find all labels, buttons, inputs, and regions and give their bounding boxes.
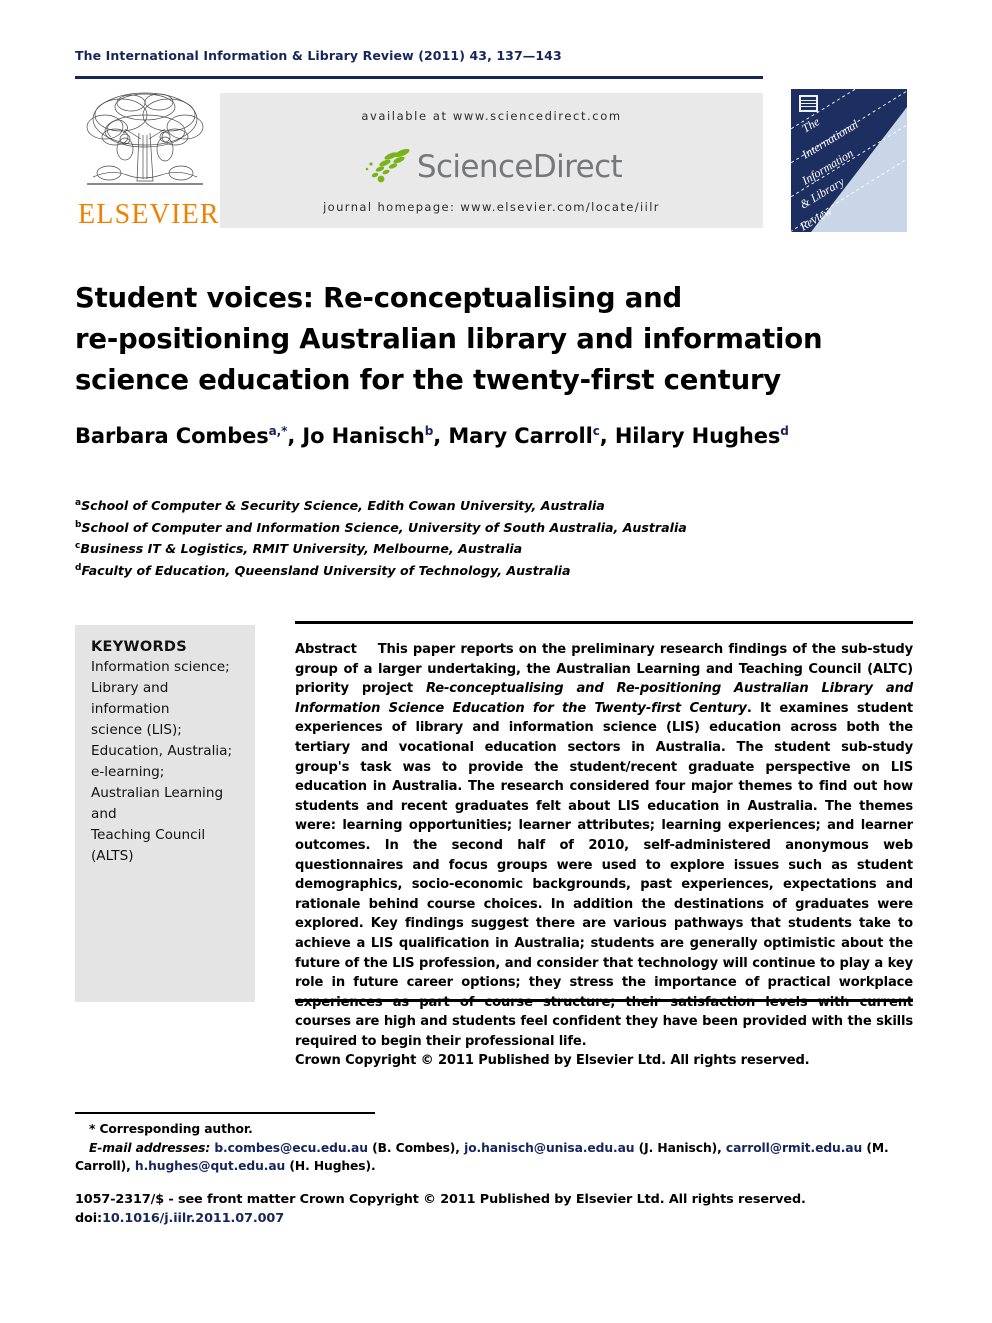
affiliation-text: Faculty of Education, Queensland Univers… — [81, 563, 571, 579]
affiliation-list: aSchool of Computer & Security Science, … — [75, 494, 775, 581]
footnote-rule — [75, 1112, 375, 1114]
email-owner: (B. Combes), — [372, 1140, 460, 1155]
author-affiliation-marks: c — [592, 424, 600, 438]
abstract-text-part-2: . It examines student experiences of lib… — [295, 700, 913, 1049]
affiliation-text: School of Computer and Information Scien… — [81, 519, 687, 535]
keyword-item: Library and information — [91, 680, 170, 717]
doi-link[interactable]: 10.1016/j.iilr.2011.07.007 — [102, 1211, 284, 1226]
issn-copyright-line: 1057-2317/$ - see front matter Crown Cop… — [75, 1192, 806, 1207]
author-separator: , — [287, 424, 303, 448]
affiliation-item: dFaculty of Education, Queensland Univer… — [75, 559, 775, 581]
abstract-label: Abstract — [295, 642, 357, 657]
running-head: The International Information & Library … — [75, 48, 562, 63]
footnote-block: * Corresponding author. E-mail addresses… — [75, 1120, 915, 1176]
affiliation-text: Business IT & Logistics, RMIT University… — [80, 541, 523, 557]
keyword-item: Teaching Council (ALTS) — [91, 827, 206, 864]
keywords-heading: KEYWORDS — [91, 639, 188, 655]
article-title-line-3: science education for the twenty-first c… — [75, 364, 782, 396]
affiliation-item: bSchool of Computer and Information Scie… — [75, 516, 775, 538]
email-owner: (H. Hughes). — [289, 1159, 376, 1173]
abstract-label-gap — [357, 642, 378, 657]
keyword-item: Education, Australia; — [91, 743, 233, 759]
keyword-item: Information science; — [91, 659, 230, 675]
author-affiliation-marks: a,* — [268, 424, 288, 438]
author-separator: , — [433, 424, 449, 448]
email-addresses-label: E-mail addresses: — [89, 1140, 211, 1155]
journal-cover-thumbnail: The International Information & Library … — [785, 85, 913, 235]
author-separator: , — [599, 424, 615, 448]
doi-prefix: doi: — [75, 1211, 103, 1226]
email-link[interactable]: carroll@rmit.edu.au — [726, 1141, 862, 1155]
abstract-copyright: Crown Copyright © 2011 Published by Else… — [295, 1053, 810, 1069]
keywords-list: Information science; Library and informa… — [91, 657, 247, 867]
journal-cover-art: The International Information & Library … — [791, 89, 907, 232]
available-at-text: available at www.sciencedirect.com — [361, 109, 622, 123]
email-link[interactable]: b.combes@ecu.edu.au — [214, 1141, 368, 1155]
doi-line: doi:10.1016/j.iilr.2011.07.007 — [75, 1209, 915, 1228]
imprint-block: 1057-2317/$ - see front matter Crown Cop… — [75, 1190, 915, 1228]
masthead: ELSEVIER available at www.sciencedirect.… — [75, 85, 913, 235]
abstract-bottom-rule — [295, 999, 913, 1002]
sciencedirect-banner: available at www.sciencedirect.com Scien… — [220, 93, 763, 228]
corresponding-author-note: * Corresponding author. — [89, 1122, 253, 1136]
abstract-top-rule — [295, 621, 913, 624]
keyword-item: Australian Learning and — [91, 785, 224, 822]
elsevier-wordmark: ELSEVIER — [78, 199, 220, 230]
affiliation-text: School of Computer & Security Science, E… — [81, 498, 605, 514]
author-affiliation-marks: b — [424, 424, 434, 438]
affiliation-item: cBusiness IT & Logistics, RMIT Universit… — [75, 537, 775, 559]
abstract-block: Abstract This paper reports on the preli… — [295, 640, 913, 1071]
affiliation-item: aSchool of Computer & Security Science, … — [75, 494, 775, 516]
elsevier-tree-icon — [81, 89, 209, 193]
email-owner: (J. Hanisch), — [638, 1140, 722, 1155]
email-link[interactable]: jo.hanisch@unisa.edu.au — [464, 1141, 634, 1155]
article-title-line-1: Student voices: Re-conceptualising and — [75, 282, 682, 314]
author-name: Hilary Hughes — [614, 424, 781, 448]
article-first-page: The International Information & Library … — [0, 0, 992, 1323]
keyword-item: science (LIS); — [91, 722, 182, 738]
author-list: Barbara Combesa,*, Jo Hanischb, Mary Car… — [75, 424, 915, 448]
author-name: Barbara Combes — [75, 424, 269, 448]
author-name: Mary Carroll — [448, 424, 593, 448]
email-link[interactable]: h.hughes@qut.edu.au — [135, 1159, 285, 1173]
header-rule — [75, 76, 763, 79]
email-addresses-note: E-mail addresses: b.combes@ecu.edu.au (B… — [75, 1139, 915, 1176]
sciencedirect-leaf-icon — [361, 148, 413, 186]
sciencedirect-logo: ScienceDirect — [220, 145, 763, 189]
author-name: Jo Hanisch — [302, 424, 425, 448]
article-title-line-2: re-positioning Australian library and in… — [75, 323, 823, 355]
article-title: Student voices: Re-conceptualising and r… — [75, 278, 895, 401]
author-affiliation-marks: d — [780, 424, 789, 438]
keyword-item: e-learning; — [91, 764, 165, 780]
elsevier-logo: ELSEVIER — [75, 89, 220, 234]
keywords-panel: KEYWORDS Information science; Library an… — [75, 625, 255, 1002]
journal-homepage-text: journal homepage: www.elsevier.com/locat… — [323, 200, 660, 214]
sciencedirect-wordmark: ScienceDirect — [416, 149, 623, 185]
